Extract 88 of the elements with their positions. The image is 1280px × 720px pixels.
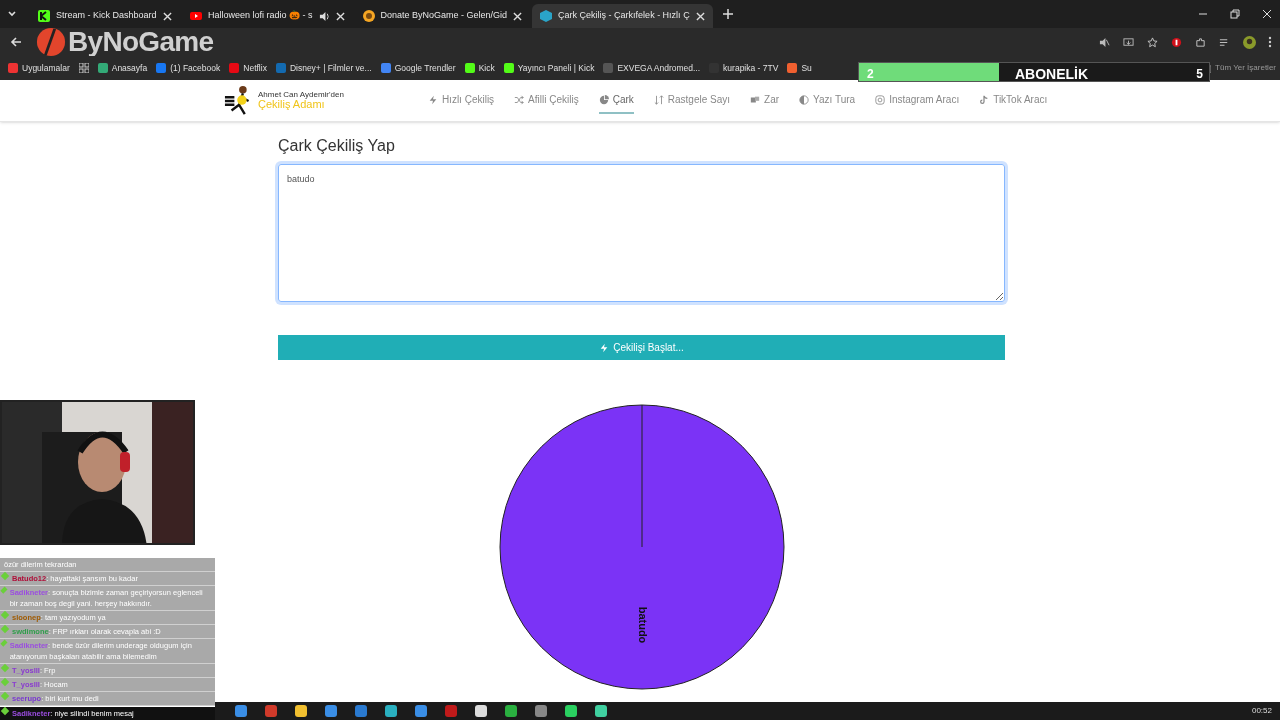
tab-title: Stream - Kick Dashboard xyxy=(56,9,157,23)
bookmark-link[interactable]: Google Trendler xyxy=(394,61,456,75)
app-icon[interactable] xyxy=(535,705,547,717)
goal-label: ABONELİK xyxy=(1015,65,1089,84)
profile-avatar-icon[interactable] xyxy=(1243,35,1256,49)
back-arrow-icon[interactable] xyxy=(10,36,22,48)
logo-tagline: Ahmet Can Aydemir'den xyxy=(258,91,344,99)
app-icon[interactable] xyxy=(325,705,337,717)
pie-chart-icon xyxy=(598,94,609,105)
tab-title: Donate ByNoGame - Gelen/Gid xyxy=(380,9,508,23)
app-icon[interactable] xyxy=(295,705,307,717)
half-circle-icon xyxy=(799,94,810,105)
speaker-icon[interactable] xyxy=(318,10,330,22)
nav-link[interactable]: Zar xyxy=(750,87,780,114)
apps-grid-icon[interactable] xyxy=(78,63,89,73)
browser-tab[interactable]: Donate ByNoGame - Gelen/Gid xyxy=(354,4,531,28)
download-icon[interactable] xyxy=(1123,36,1134,48)
browser-tab[interactable]: Halloween lofi radio 🎃 - s xyxy=(182,4,353,28)
tab-favicon-icon xyxy=(38,10,50,22)
bookmark-link[interactable]: Netflix xyxy=(243,61,267,75)
bookmark-link[interactable]: Anasayfa xyxy=(111,61,148,75)
wheel-label: batudo xyxy=(636,606,649,644)
goal-current: 2 xyxy=(867,66,874,83)
bookmark-favicon-icon xyxy=(8,63,18,73)
bookmark-favicon-icon xyxy=(503,63,514,73)
clock: 00:52 xyxy=(1251,705,1272,717)
lightning-icon xyxy=(427,94,438,105)
bookmark-favicon-icon xyxy=(787,63,798,73)
app-icon[interactable] xyxy=(235,705,247,717)
app-icon[interactable] xyxy=(505,705,517,717)
tab-favicon-icon xyxy=(540,10,553,22)
nav-link[interactable]: Instagram Aracı xyxy=(875,87,960,114)
page-heading: Çark Çekiliş Yap xyxy=(278,136,396,156)
shield-icon[interactable] xyxy=(1171,36,1182,48)
bookmark-favicon-icon xyxy=(603,63,614,73)
bookmark-link[interactable]: Tüm Yer İşaretler xyxy=(1215,62,1276,74)
puzzle-icon[interactable] xyxy=(1195,36,1206,48)
close-icon[interactable] xyxy=(695,11,705,21)
muted-speaker-icon[interactable] xyxy=(1099,36,1110,48)
bookmark-link[interactable]: Su xyxy=(801,61,812,75)
browser-tab[interactable]: Çark Çekiliş - Çarkıfelek - Hızlı Ç xyxy=(532,4,713,28)
shuffle-icon xyxy=(514,94,525,105)
close-icon[interactable] xyxy=(1262,9,1272,19)
overlay-logo: ByNoGame xyxy=(68,28,214,56)
app-icon[interactable] xyxy=(595,705,607,717)
bookmark-favicon-icon xyxy=(464,63,475,73)
dice-icon xyxy=(750,94,761,105)
bookmark-link[interactable]: Kick xyxy=(478,61,495,75)
tab-title: Çark Çekiliş - Çarkıfelek - Hızlı Ç xyxy=(558,9,690,23)
nav-link[interactable]: TikTok Aracı xyxy=(979,87,1048,114)
bookmark-favicon-icon xyxy=(156,63,167,73)
new-tab-icon[interactable] xyxy=(722,9,733,19)
nav-link[interactable]: Afilli Çekiliş xyxy=(514,87,579,114)
menu-icon[interactable] xyxy=(1268,36,1272,48)
tiktok-icon xyxy=(979,94,990,105)
tab-title: Halloween lofi radio 🎃 - s xyxy=(208,9,313,23)
app-icon[interactable] xyxy=(475,705,487,717)
bookmark-link[interactable]: Uygulamalar xyxy=(22,61,70,75)
instagram-icon xyxy=(875,94,886,105)
bookmark-favicon-icon xyxy=(380,63,391,73)
close-icon[interactable] xyxy=(335,11,345,21)
bookmark-favicon-icon xyxy=(275,63,286,73)
bookmark-link[interactable]: EXVEGA Andromed... xyxy=(617,61,701,75)
list-icon[interactable] xyxy=(1219,36,1230,48)
close-icon[interactable] xyxy=(513,11,523,21)
goal-target: 5 xyxy=(1196,66,1203,83)
sort-arrows-icon xyxy=(653,94,664,105)
entries-text-area[interactable]: batudo xyxy=(278,164,1005,302)
bookmark-favicon-icon xyxy=(229,63,240,73)
app-icon[interactable] xyxy=(565,705,577,717)
app-icon[interactable] xyxy=(415,705,427,717)
bookmark-link[interactable]: (1) Facebook xyxy=(170,61,221,75)
bookmark-link[interactable]: Disney+ | Filmler ve... xyxy=(289,61,372,75)
bookmark-link[interactable]: Yayıncı Paneli | Kick xyxy=(517,61,595,75)
nav-link[interactable]: Çark xyxy=(598,87,634,114)
bookmark-link[interactable]: kurapika - 7TV xyxy=(723,61,779,75)
nav-link[interactable]: Hızlı Çekiliş xyxy=(427,87,495,114)
app-icon[interactable] xyxy=(385,705,397,717)
close-icon[interactable] xyxy=(163,11,172,21)
nav-link[interactable]: Yazı Tura xyxy=(799,87,856,114)
browser-tab[interactable]: Stream - Kick Dashboard xyxy=(30,4,180,28)
tab-favicon-icon xyxy=(362,10,375,22)
star-icon[interactable] xyxy=(1147,36,1158,48)
lightning-icon xyxy=(599,342,610,353)
tab-favicon-icon xyxy=(190,10,202,22)
bookmark-favicon-icon xyxy=(97,63,108,73)
restore-icon[interactable] xyxy=(1230,9,1240,19)
nav-link[interactable]: Rastgele Sayı xyxy=(653,87,731,114)
